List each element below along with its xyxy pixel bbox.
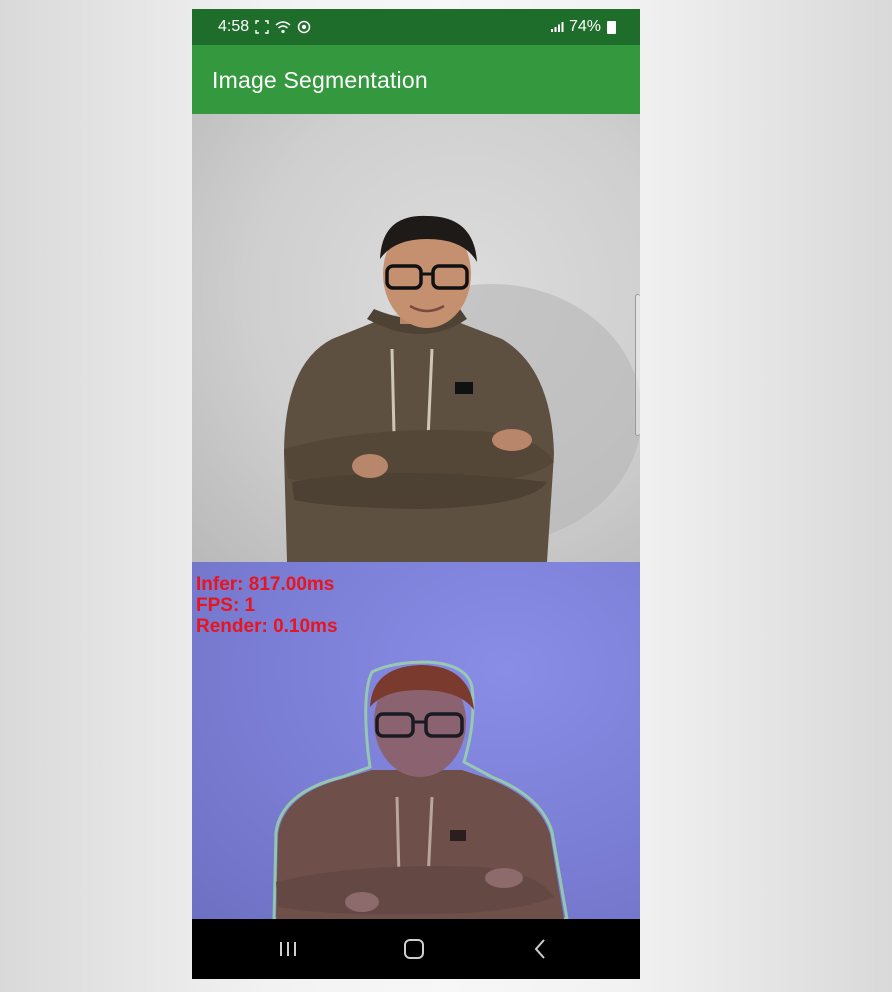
input-image [192, 114, 640, 562]
fps-label: FPS: 1 [196, 595, 256, 616]
sync-icon [297, 20, 311, 34]
navigation-bar [192, 919, 640, 979]
signal-icon [550, 21, 564, 33]
wifi-icon [275, 20, 291, 34]
home-button[interactable] [384, 919, 444, 979]
phone-screen: 4:58 74% Image Segmentation Infer: 817.0… [192, 9, 640, 979]
person-photo [284, 215, 640, 562]
screenshot-frame-icon [255, 20, 269, 34]
status-time: 4:58 [218, 18, 250, 35]
recent-apps-button[interactable] [258, 919, 318, 979]
battery-percent: 74% [568, 18, 601, 35]
render-time-label: Render: 0.10ms [196, 616, 338, 637]
recent-apps-icon [278, 940, 298, 958]
back-button[interactable] [510, 919, 570, 979]
back-icon [533, 938, 547, 960]
status-right: 74% [550, 18, 616, 36]
battery-icon [607, 20, 616, 34]
status-left: 4:58 [218, 18, 311, 36]
scroll-handle[interactable] [635, 294, 640, 436]
segmentation-output: Infer: 817.00ms FPS: 1 Render: 0.10ms [192, 562, 640, 919]
status-bar: 4:58 74% [192, 9, 640, 45]
app-bar: Image Segmentation [192, 45, 640, 114]
stats-overlay: Infer: 817.00ms FPS: 1 Render: 0.10ms [196, 574, 338, 637]
infer-time-label: Infer: 817.00ms [196, 574, 335, 595]
home-icon [403, 938, 425, 960]
app-title: Image Segmentation [212, 67, 428, 93]
